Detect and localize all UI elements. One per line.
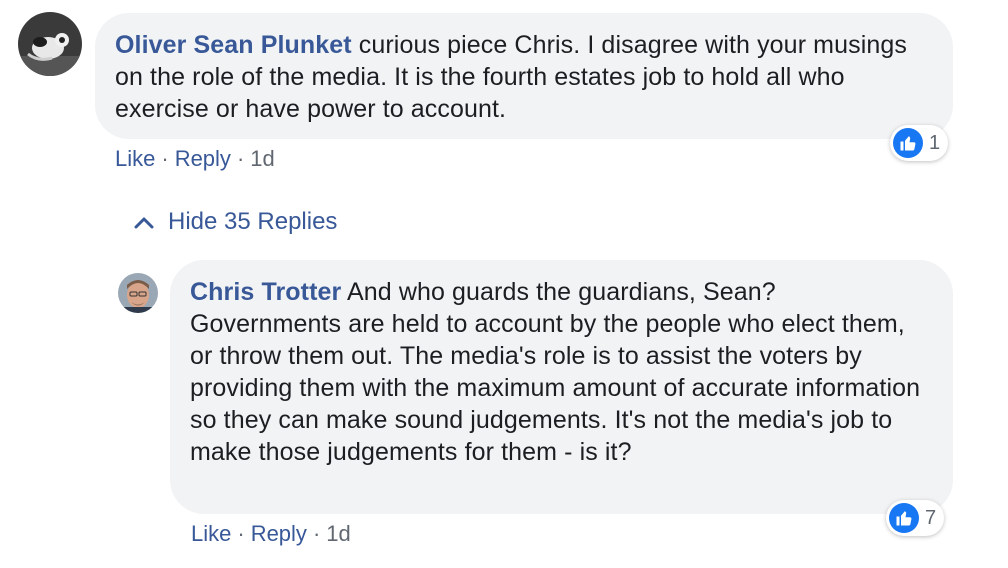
avatar-chris[interactable] [118,273,158,313]
comment-author[interactable]: Oliver Sean Plunket [115,31,352,59]
reply-text: And who guards the guardians, Sean? Gove… [190,278,921,466]
comment-actions: Like · Reply · 1d [115,146,275,172]
reply-reply-link[interactable]: Reply [251,521,307,546]
hide-replies-toggle[interactable]: Hide 35 Replies [134,208,337,236]
avatar-photo-icon [18,12,82,76]
comment-bubble: Oliver Sean Plunket curious piece Chris.… [95,13,953,139]
avatar-oliver[interactable] [18,12,82,76]
reply-like-link[interactable]: Like [191,521,231,546]
comment-timestamp[interactable]: 1d [250,146,274,171]
comment-like-link[interactable]: Like [115,146,155,171]
thumbs-up-icon [893,128,923,158]
comment-reaction-count: 1 [929,131,941,154]
reply-bubble: Chris Trotter And who guards the guardia… [170,260,953,514]
reply-author[interactable]: Chris Trotter [190,278,341,306]
reply-reaction-badge[interactable]: 7 [886,500,945,536]
thumbs-up-icon [889,503,919,533]
reply-separator: · [237,521,245,546]
comment-separator: · [161,146,169,171]
reply-actions: Like · Reply · 1d [191,521,351,547]
reply-timestamp[interactable]: 1d [326,521,350,546]
hide-replies-label: Hide 35 Replies [168,208,338,235]
reply-reaction-count: 7 [925,506,937,529]
comment-separator: · [236,146,245,171]
chevron-up-icon [134,217,154,229]
avatar-photo-icon [118,273,158,313]
comment-reaction-badge[interactable]: 1 [890,125,949,161]
comment-reply-link[interactable]: Reply [175,146,231,171]
reply-separator: · [312,521,321,546]
